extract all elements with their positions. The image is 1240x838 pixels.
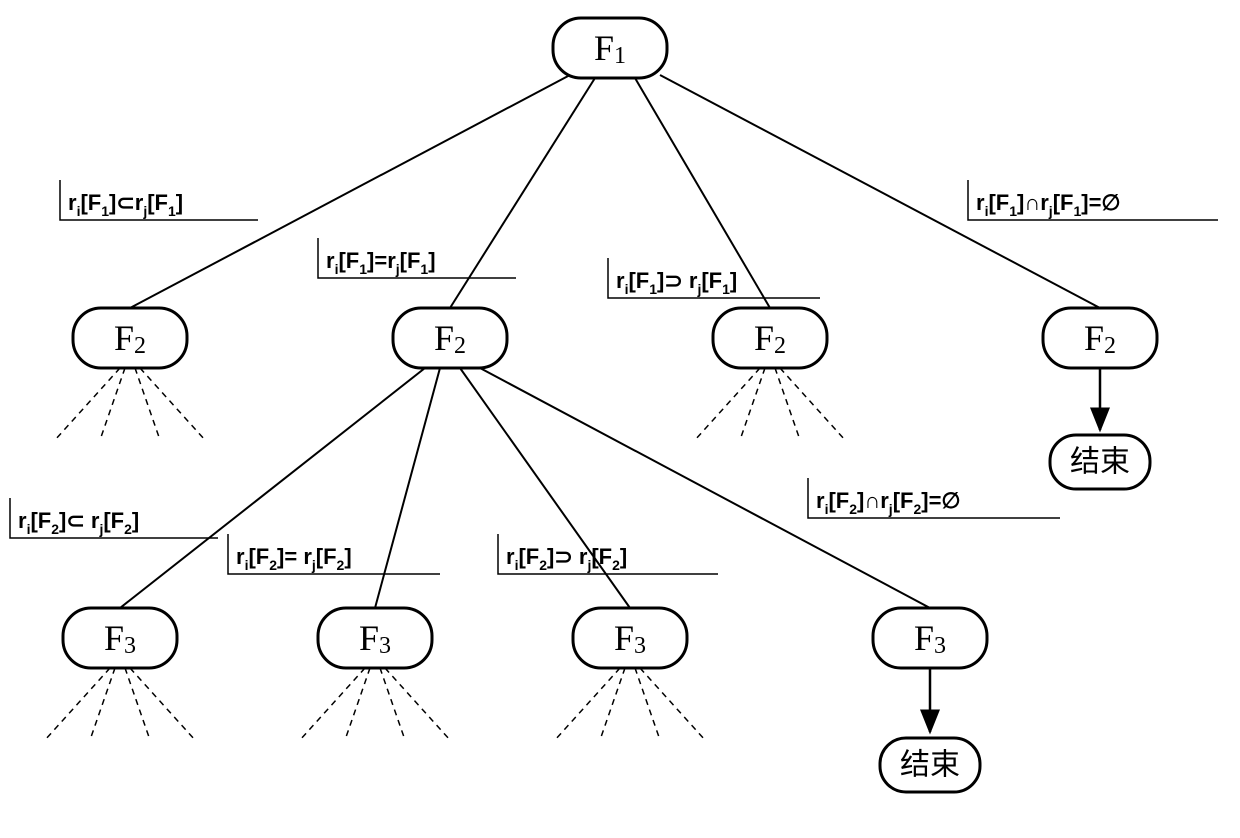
- node-l3c: F3: [573, 608, 687, 668]
- condition-c1c: ri[F1]⊃ rj[F1]: [608, 258, 820, 298]
- condition-c1a: ri[F1]⊂rj[F1]: [60, 180, 258, 220]
- condition-c2d: ri[F2]∩rj[F2]=∅: [808, 478, 1060, 518]
- dotted-fan-l2a: [55, 368, 205, 440]
- node-l2c: F2: [713, 308, 827, 368]
- dotted-fan-l2c: [695, 368, 845, 440]
- edge-root-b: [450, 78, 595, 308]
- node-l3b: F3: [318, 608, 432, 668]
- node-l2d: F2: [1043, 308, 1157, 368]
- svg-text:ri[F1]⊃ rj[F1]: ri[F1]⊃ rj[F1]: [616, 268, 737, 297]
- svg-text:结束: 结束: [1070, 446, 1130, 479]
- condition-c2a: ri[F2]⊂ rj[F2]: [10, 498, 218, 538]
- node-root: F1: [553, 18, 667, 78]
- svg-text:ri[F2]⊃ rj[F2]: ri[F2]⊃ rj[F2]: [506, 544, 627, 573]
- dotted-fan-l3b: [300, 668, 450, 740]
- node-l2a: F2: [73, 308, 187, 368]
- node-l3d: F3: [873, 608, 987, 668]
- svg-text:ri[F1]⊂rj[F1]: ri[F1]⊂rj[F1]: [68, 190, 183, 219]
- dotted-fan-l3a: [45, 668, 195, 740]
- svg-text:ri[F1]=rj[F1]: ri[F1]=rj[F1]: [326, 248, 436, 277]
- svg-text:ri[F2]∩rj[F2]=∅: ri[F2]∩rj[F2]=∅: [816, 488, 961, 517]
- dotted-fan-l3c: [555, 668, 705, 740]
- svg-text:ri[F2]⊂ rj[F2]: ri[F2]⊂ rj[F2]: [18, 508, 139, 537]
- edge-root-a: [130, 75, 570, 308]
- node-end1: 结束: [1050, 435, 1150, 489]
- node-end2: 结束: [880, 738, 980, 792]
- condition-c2c: ri[F2]⊃ rj[F2]: [498, 534, 718, 574]
- condition-c1d: ri[F1]∩rj[F1]=∅: [968, 180, 1218, 220]
- edge-b-3b: [375, 368, 440, 608]
- svg-text:ri[F1]∩rj[F1]=∅: ri[F1]∩rj[F1]=∅: [976, 190, 1121, 219]
- node-l2b: F2: [393, 308, 507, 368]
- condition-c1b: ri[F1]=rj[F1]: [318, 238, 516, 278]
- condition-c2b: ri[F2]= rj[F2]: [228, 534, 440, 574]
- svg-text:结束: 结束: [900, 749, 960, 782]
- svg-text:ri[F2]= rj[F2]: ri[F2]= rj[F2]: [236, 544, 352, 573]
- tree-diagram: F1 ri[F1]⊂rj[F1] ri[F1]=rj[F1] ri[F1]⊃ r…: [0, 0, 1240, 838]
- node-l3a: F3: [63, 608, 177, 668]
